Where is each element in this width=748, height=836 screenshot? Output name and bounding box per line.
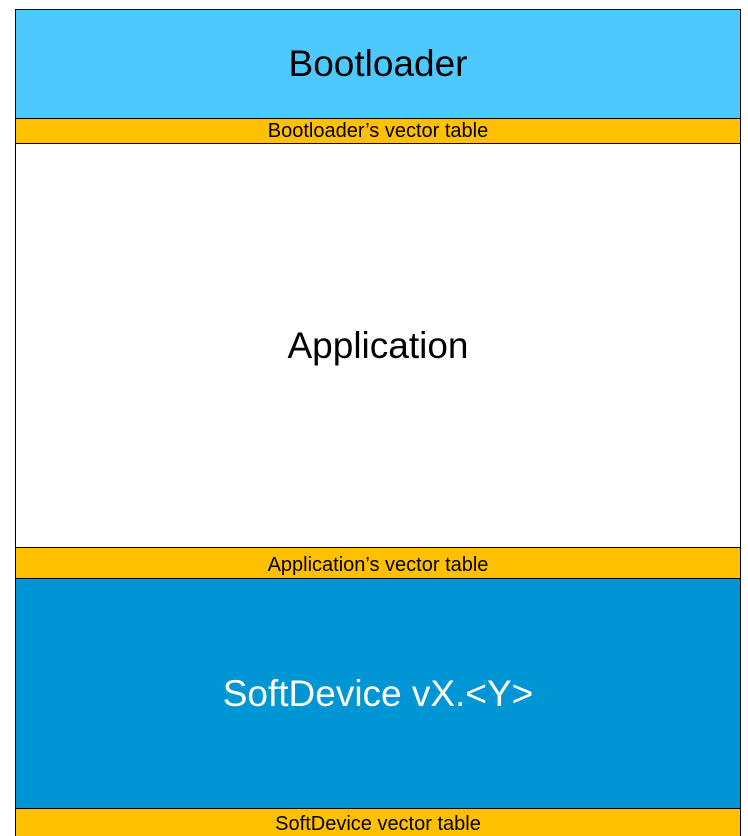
softdevice-region: SoftDevice vX.<Y> (15, 578, 741, 809)
bootloader-label: Bootloader (288, 43, 468, 84)
bootloader-vector-table-region: Bootloader’s vector table (15, 118, 741, 144)
application-region: Application (15, 143, 741, 548)
application-vector-table-label: Application’s vector table (267, 554, 489, 576)
bootloader-region: Bootloader (15, 9, 741, 119)
softdevice-vector-table-label: SoftDevice vector table (275, 813, 481, 835)
application-vector-table-region: Application’s vector table (15, 547, 741, 579)
softdevice-vector-table-region: SoftDevice vector table (15, 808, 741, 836)
application-label: Application (287, 324, 469, 366)
bootloader-vector-table-label: Bootloader’s vector table (267, 119, 489, 142)
memory-map-diagram: Bootloader Bootloader’s vector table App… (15, 9, 741, 836)
softdevice-label: SoftDevice vX.<Y> (222, 672, 534, 714)
